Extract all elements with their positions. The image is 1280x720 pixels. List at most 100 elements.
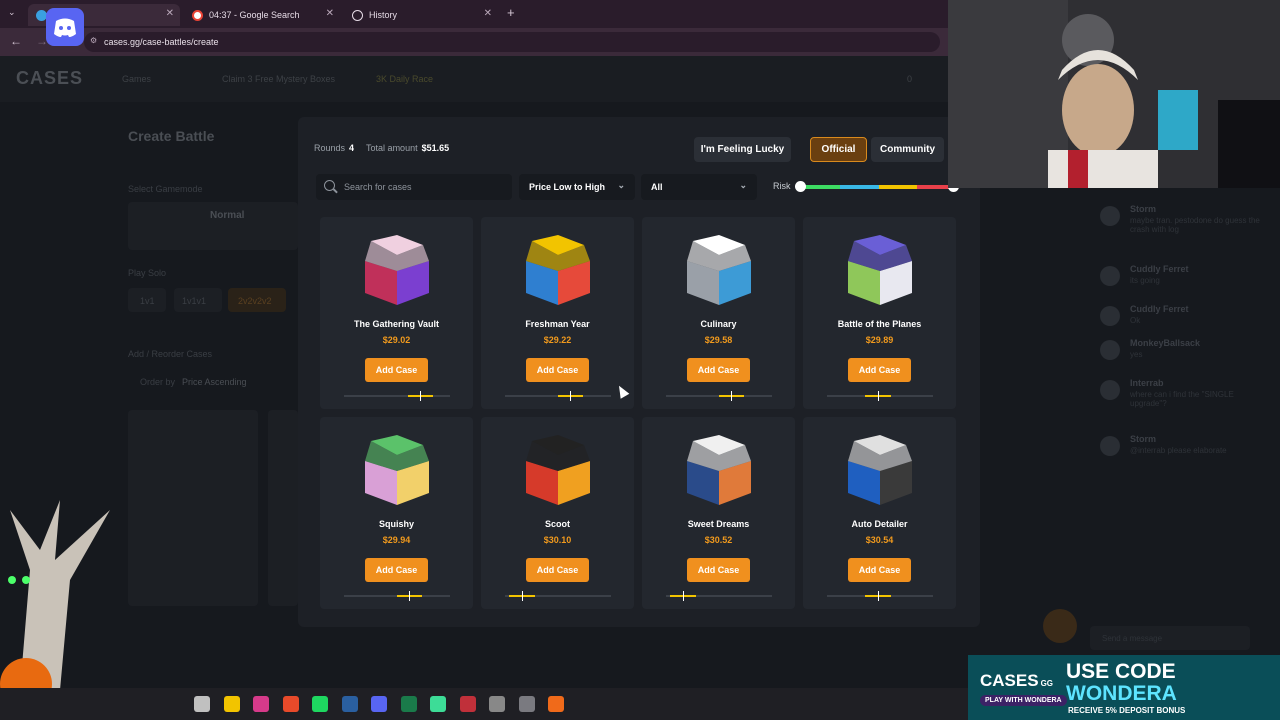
case-name: Squishy	[378, 519, 414, 529]
case-price: $29.89	[865, 335, 894, 345]
add-case-button[interactable]: Add Case	[365, 558, 428, 582]
chevron-down-icon: ⌄	[617, 180, 625, 190]
taskbar-app-icon[interactable]	[400, 696, 417, 712]
close-icon[interactable]: ✕	[326, 8, 334, 19]
nav-mystery-boxes[interactable]: Claim 3 Free Mystery Boxes	[222, 74, 335, 84]
rounds-label: Rounds	[314, 143, 346, 153]
avatar[interactable]	[1100, 380, 1120, 400]
chat-message: Storm maybe tran. pestodone do guess the…	[1090, 202, 1280, 242]
taskbar-app-icon[interactable]	[430, 696, 446, 712]
search-icon	[324, 180, 335, 191]
tab-history[interactable]: History ✕	[344, 4, 498, 26]
case-card[interactable]: Scoot $30.10 Add Case	[481, 417, 634, 609]
case-card[interactable]: Culinary $29.58 Add Case	[642, 217, 795, 409]
chat-username[interactable]: Cuddly Ferret	[1130, 304, 1189, 314]
url-input[interactable]: ⚙ cases.gg/case-battles/create	[84, 32, 940, 52]
site-info-icon[interactable]: ⚙	[90, 36, 97, 45]
back-arrow-icon[interactable]: ←	[10, 34, 22, 48]
case-image	[526, 235, 590, 305]
taskbar-app-icon[interactable]	[341, 696, 358, 712]
team-option-1v1v1[interactable]: 1v1v1	[174, 288, 222, 312]
close-icon[interactable]: ✕	[166, 8, 174, 19]
history-icon	[352, 9, 363, 21]
avatar[interactable]	[1100, 436, 1120, 456]
taskbar-app-icon[interactable]	[312, 696, 328, 712]
close-icon[interactable]: ✕	[484, 8, 492, 19]
site-logo[interactable]: CASES	[16, 68, 83, 89]
case-card[interactable]: Squishy $29.94 Add Case	[320, 417, 473, 609]
avatar[interactable]	[1100, 266, 1120, 286]
nav-daily-race[interactable]: 3K Daily Race	[376, 74, 433, 84]
nav-games[interactable]: Games	[122, 74, 151, 84]
gamemode-value: Normal	[210, 210, 245, 221]
case-price: $29.94	[382, 535, 411, 545]
case-card[interactable]: Sweet Dreams $30.52 Add Case	[642, 417, 795, 609]
add-case-button[interactable]: Add Case	[848, 558, 911, 582]
empty-case-slot[interactable]	[128, 410, 258, 606]
rounds-summary: Rounds 4 Total amount $51.65	[314, 143, 461, 153]
order-value[interactable]: Price Ascending	[182, 377, 247, 387]
case-risk-bar	[344, 391, 450, 401]
chat-username[interactable]: Interrab	[1130, 378, 1164, 388]
taskbar-app-icon[interactable]	[194, 696, 210, 712]
case-price: $30.54	[865, 535, 894, 545]
official-tab[interactable]: Official	[810, 137, 867, 162]
risk-segment	[801, 185, 840, 189]
empty-case-slot[interactable]	[268, 410, 298, 606]
case-card[interactable]: Auto Detailer $30.54 Add Case	[803, 417, 956, 609]
risk-slider-track[interactable]	[801, 185, 956, 189]
case-card[interactable]: Freshman Year $29.22 Add Case	[481, 217, 634, 409]
feeling-lucky-button[interactable]: I'm Feeling Lucky	[694, 137, 791, 162]
tab-google-search[interactable]: 04:37 - Google Search ✕	[184, 4, 340, 26]
case-price: $29.22	[543, 335, 572, 345]
gamemode-card[interactable]: Normal	[128, 202, 298, 250]
chat-username[interactable]: Storm	[1130, 204, 1156, 214]
taskbar-app-icon[interactable]	[282, 696, 299, 712]
add-case-button[interactable]: Add Case	[365, 358, 428, 382]
community-tab[interactable]: Community	[871, 137, 944, 162]
taskbar-app-icon[interactable]	[459, 696, 476, 712]
add-case-button[interactable]: Add Case	[526, 358, 589, 382]
risk-slider-min-handle[interactable]	[795, 181, 806, 192]
chat-username[interactable]: Storm	[1130, 434, 1156, 444]
search-input[interactable]: Search for cases	[316, 174, 512, 200]
url-text: cases.gg/case-battles/create	[104, 37, 219, 47]
chat-bubble-button[interactable]	[1043, 609, 1077, 643]
taskbar-app-icon[interactable]	[489, 696, 505, 712]
add-case-button[interactable]: Add Case	[848, 358, 911, 382]
add-case-button[interactable]: Add Case	[687, 358, 750, 382]
new-tab-button[interactable]: +	[507, 5, 515, 20]
taskbar-app-icon[interactable]	[371, 696, 387, 712]
team-option-label: 2v2v2v2	[238, 296, 272, 306]
taskbar-app-icon[interactable]	[518, 696, 535, 712]
avatar[interactable]	[1100, 340, 1120, 360]
sort-dropdown[interactable]: Price Low to High ⌄	[519, 174, 635, 200]
case-card[interactable]: Battle of the Planes $29.89 Add Case	[803, 217, 956, 409]
case-risk-marker	[877, 391, 879, 401]
chat-text: yes	[1130, 350, 1143, 359]
tree-decoration	[0, 500, 110, 690]
team-option-1v1[interactable]: 1v1	[128, 288, 166, 312]
add-case-button[interactable]: Add Case	[687, 558, 750, 582]
tab-search-icon[interactable]: ⌄	[8, 7, 16, 18]
taskbar-app-icon[interactable]	[223, 696, 240, 712]
case-risk-marker	[420, 391, 422, 401]
taskbar-app-icon[interactable]	[253, 696, 269, 712]
chat-message: Cuddly Ferret its going	[1090, 262, 1280, 302]
team-option-2v2v2v2[interactable]: 2v2v2v2	[228, 288, 286, 312]
case-image	[848, 235, 912, 305]
chat-username[interactable]: Cuddly Ferret	[1130, 264, 1189, 274]
add-case-button[interactable]: Add Case	[526, 558, 589, 582]
order-label: Order by	[140, 377, 176, 387]
case-card[interactable]: The Gathering Vault $29.02 Add Case	[320, 217, 473, 409]
taskbar-app-icon[interactable]	[548, 696, 564, 712]
team-option-label: 1v1	[140, 296, 155, 306]
filter-dropdown[interactable]: All ⌄	[641, 174, 757, 200]
avatar[interactable]	[1100, 206, 1120, 226]
avatar[interactable]	[1100, 306, 1120, 326]
case-risk-bar	[827, 591, 933, 601]
browser-tab-strip: ⌄ ✕ 04:37 - Google Search ✕ History ✕ +	[0, 0, 948, 28]
chat-username[interactable]: MonkeyBallsack	[1130, 338, 1200, 348]
chevron-down-icon: ⌄	[739, 180, 747, 190]
webcam-overlay	[948, 0, 1280, 188]
